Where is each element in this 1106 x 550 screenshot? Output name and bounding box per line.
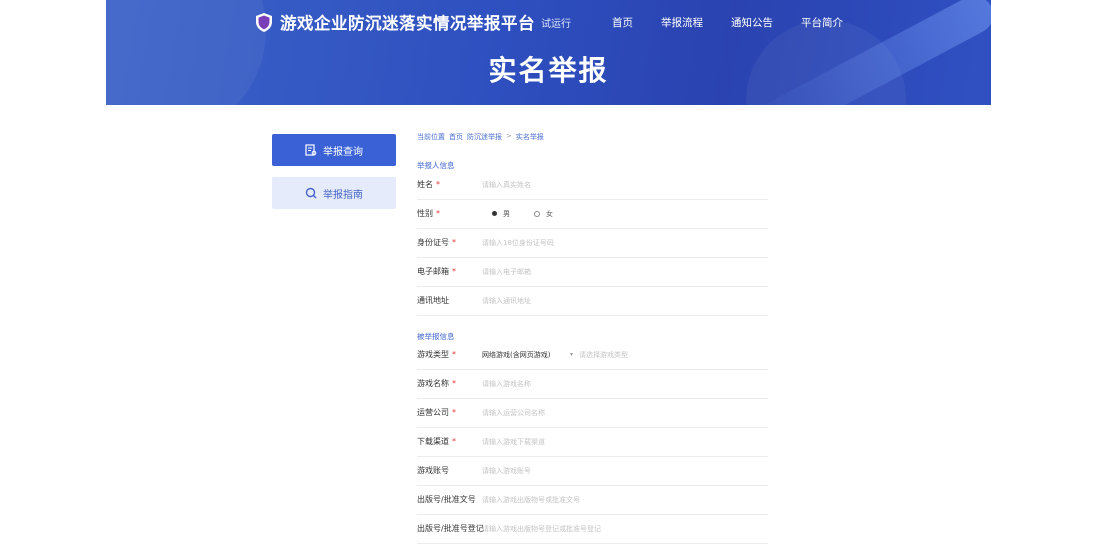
- field-label: 电子邮箱 *: [417, 267, 456, 276]
- field-label: 性别 *: [417, 209, 440, 218]
- shield-logo-icon: [256, 12, 272, 32]
- field-label: 出版号/批准号登记: [417, 524, 484, 533]
- radio-dot: [534, 210, 540, 217]
- platform-brand[interactable]: 游戏企业防沉迷落实情况举报平台 试运行: [256, 11, 571, 33]
- form-row-game-name: 游戏名称 *: [417, 369, 768, 399]
- form-row-isbn: 出版号/批准文号: [417, 485, 768, 515]
- search-icon: [305, 187, 317, 199]
- breadcrumb-item: 当前位置: [417, 133, 445, 141]
- nav-process[interactable]: 举报流程: [661, 15, 703, 30]
- game-type-value: 网络游戏(含网页游戏): [482, 350, 551, 359]
- breadcrumb-item-home[interactable]: 首页: [449, 132, 463, 142]
- field-label: 游戏名称 *: [417, 379, 456, 388]
- field-label: 游戏类型 *: [417, 350, 456, 359]
- field-label: 下载渠道 *: [417, 437, 456, 446]
- field-label: 姓名 *: [417, 180, 440, 189]
- page-title: 实名举报: [488, 54, 609, 87]
- report-guide-button[interactable]: 举报指南: [272, 177, 396, 209]
- gender-radio-group: 男 女: [482, 209, 577, 219]
- platform-title: 游戏企业防沉迷落实情况举报平台: [280, 14, 535, 33]
- game-account-input[interactable]: [482, 461, 768, 480]
- isbn-input[interactable]: [482, 490, 768, 509]
- breadcrumb-separator: >: [506, 132, 512, 140]
- platform-subtitle: 试运行: [541, 18, 571, 30]
- main-nav: 首页 举报流程 通知公告 平台简介: [612, 15, 871, 30]
- chevron-down-icon: ▾: [570, 351, 574, 358]
- record-input[interactable]: [482, 519, 768, 538]
- breadcrumb: 当前位置 首页 防沉迷举报 > 实名举报: [417, 132, 544, 142]
- form-row-record: 出版号/批准号登记: [417, 514, 768, 544]
- field-label: 运营公司 *: [417, 408, 456, 417]
- download-channel-input[interactable]: [482, 432, 768, 451]
- field-label: 游戏账号: [417, 466, 449, 475]
- email-input[interactable]: [482, 262, 768, 281]
- breadcrumb-item[interactable]: 防沉迷举报: [467, 132, 502, 142]
- breadcrumb-current: 实名举报: [515, 133, 544, 141]
- id-number-input[interactable]: [482, 233, 768, 252]
- gender-radio-female[interactable]: 女: [534, 209, 553, 219]
- report-query-label: 举报查询: [323, 146, 363, 158]
- field-label: 通讯地址: [417, 296, 449, 305]
- game-type-hint: 请选择游戏类型: [579, 350, 629, 359]
- field-label: 身份证号 *: [417, 238, 456, 247]
- form-row-gender: 性别 * 男 女: [417, 199, 768, 229]
- name-input[interactable]: [482, 175, 768, 194]
- field-label: 出版号/批准文号: [417, 495, 476, 504]
- form-row-name: 姓名 *: [417, 170, 768, 200]
- form-row-email: 电子邮箱 *: [417, 257, 768, 287]
- form-row-company: 运营公司 *: [417, 398, 768, 428]
- document-search-icon: [305, 144, 317, 156]
- gender-radio-male[interactable]: 男: [492, 209, 510, 219]
- form-row-game-type: 游戏类型 * 网络游戏(含网页游戏) ▾ 请选择游戏类型: [417, 340, 768, 370]
- nav-home[interactable]: 首页: [612, 15, 633, 30]
- form-row-id: 身份证号 *: [417, 228, 768, 258]
- form-row-account: 游戏账号: [417, 456, 768, 486]
- nav-notices[interactable]: 通知公告: [731, 15, 773, 30]
- address-input[interactable]: [482, 291, 768, 310]
- form-row-contact: 通讯地址: [417, 286, 768, 316]
- game-type-select[interactable]: 网络游戏(含网页游戏) ▾ 请选择游戏类型: [482, 350, 628, 360]
- nav-about[interactable]: 平台简介: [801, 15, 843, 30]
- radio-dot: [492, 211, 497, 216]
- company-input[interactable]: [482, 403, 768, 422]
- report-guide-label: 举报指南: [323, 189, 363, 201]
- form-row-download: 下载渠道 *: [417, 427, 768, 457]
- report-query-button[interactable]: 举报查询: [272, 134, 396, 166]
- header-banner: 游戏企业防沉迷落实情况举报平台 试运行 首页 举报流程 通知公告 平台简介 实名…: [106, 0, 991, 105]
- game-name-input[interactable]: [482, 374, 768, 393]
